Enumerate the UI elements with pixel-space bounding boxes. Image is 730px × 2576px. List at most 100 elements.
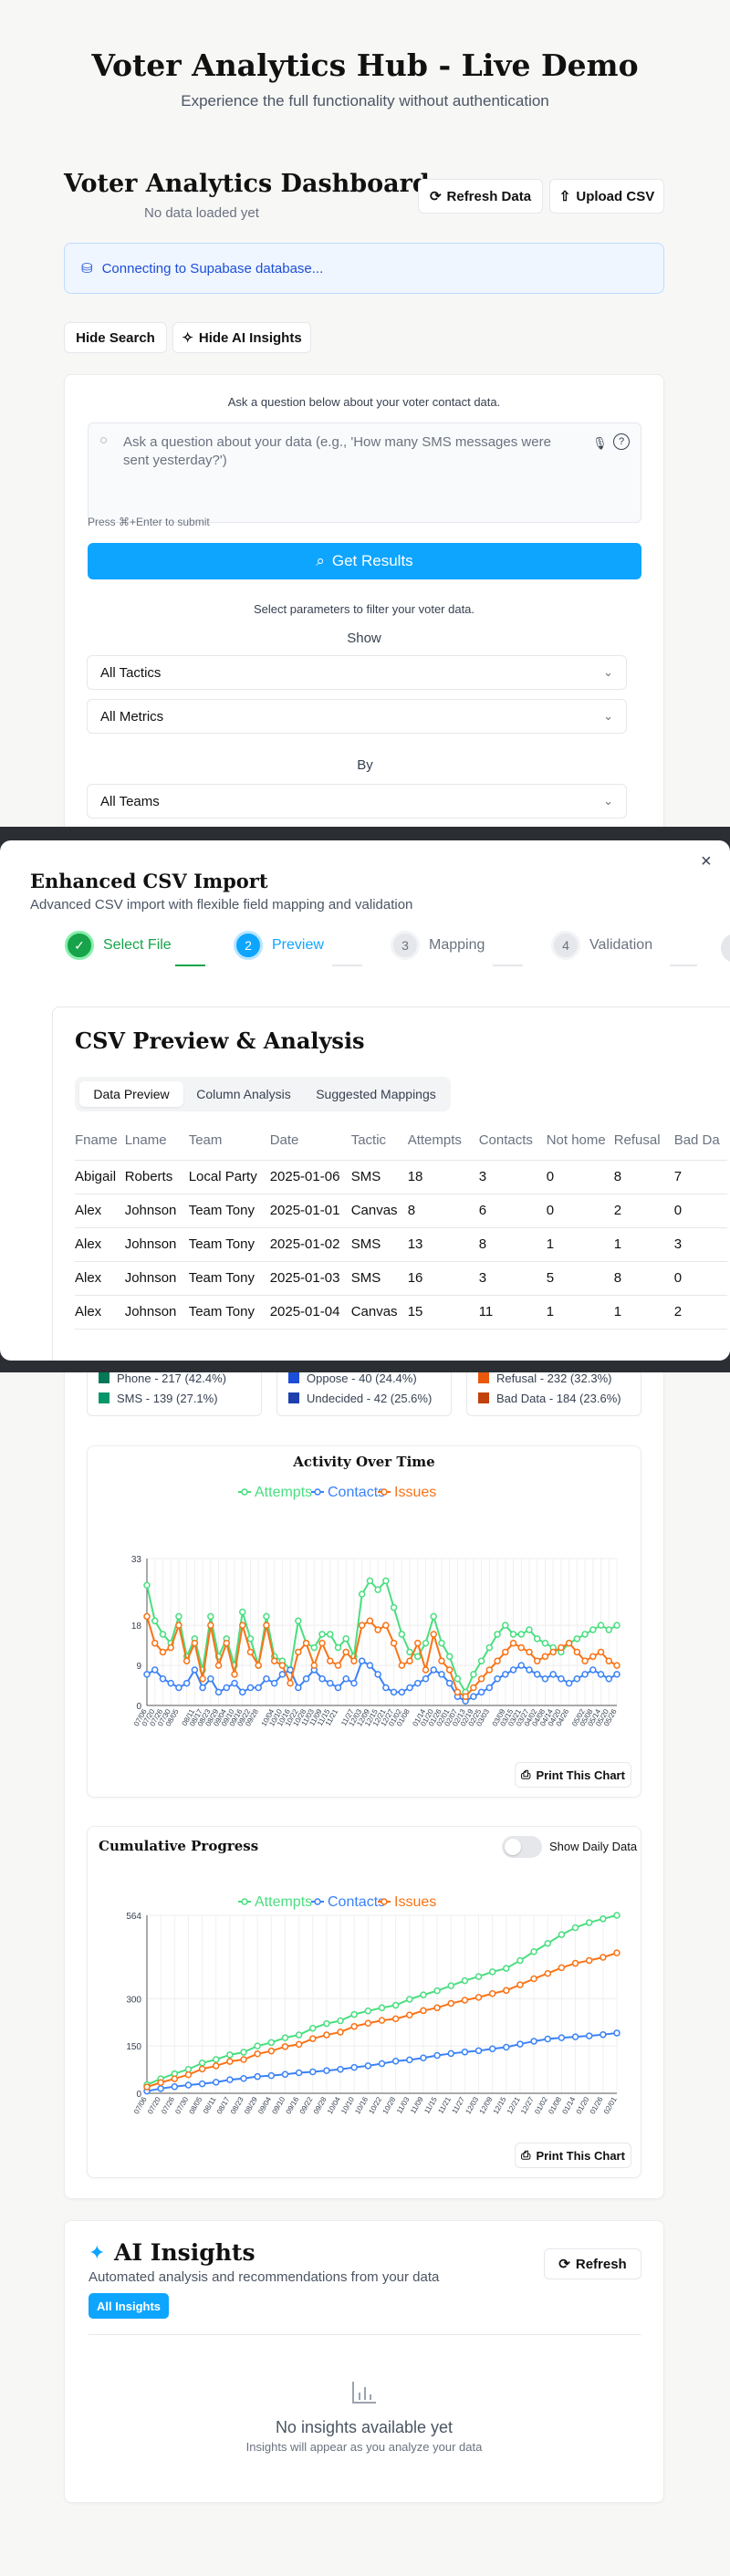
- data-point: [406, 1648, 413, 1656]
- column-header: Tactic: [350, 1121, 408, 1161]
- data-point: [533, 1635, 541, 1643]
- table-cell: 8: [613, 1160, 674, 1194]
- data-point: [255, 1662, 262, 1669]
- step-preview: 2 Preview: [234, 931, 324, 960]
- step-connector: [332, 965, 362, 966]
- print-chart-button[interactable]: ⎙ Print This Chart: [515, 1762, 631, 1788]
- team-select[interactable]: All Teams ⌄: [87, 784, 627, 819]
- data-point: [549, 1648, 557, 1656]
- activity-chart-card: Activity Over Time 0 9 18 33 07/06 07/20 07/26…: [87, 1445, 641, 1798]
- legend-swatch: [99, 1392, 110, 1403]
- legend-item-issues: Issues: [378, 1894, 436, 1910]
- hide-search-button[interactable]: Hide Search: [64, 322, 167, 353]
- data-point: [571, 1959, 579, 1967]
- data-point: [613, 1949, 620, 1956]
- all-insights-filter[interactable]: All Insights: [89, 2293, 169, 2319]
- data-point: [447, 2049, 454, 2058]
- data-status: No data loaded yet: [144, 205, 259, 221]
- data-point: [544, 1969, 552, 1977]
- by-label: By: [357, 757, 373, 773]
- data-point: [382, 1684, 390, 1692]
- tab-data-preview[interactable]: Data Preview: [79, 1081, 183, 1107]
- table-cell: Abigail: [75, 1160, 125, 1194]
- legend-item-contacts: Contacts: [311, 1894, 385, 1910]
- ai-refresh-button[interactable]: ⟳ Refresh: [544, 2248, 641, 2279]
- column-header: Bad Da: [673, 1121, 727, 1161]
- refresh-data-button[interactable]: ⟳ Refresh Data: [418, 179, 543, 214]
- microphone-icon[interactable]: 🎙: [592, 436, 608, 451]
- data-point: [433, 2051, 441, 2060]
- data-point: [364, 2019, 372, 2027]
- data-point: [159, 1631, 167, 1638]
- close-icon[interactable]: ×: [701, 851, 712, 872]
- print-chart-button[interactable]: ⎙ Print This Chart: [515, 2143, 631, 2168]
- daily-data-label: Show Daily Data: [549, 1840, 638, 1853]
- data-point: [364, 2062, 372, 2070]
- data-point: [318, 1631, 326, 1638]
- help-icon[interactable]: ?: [613, 433, 630, 450]
- hero-title: Voter Analytics Hub - Live Demo: [91, 47, 639, 83]
- data-point: [287, 1666, 294, 1674]
- table-row: Alex Johnson Team Tony 2025-01-04 Canvas 15 11…: [75, 1295, 727, 1330]
- data-point: [573, 1635, 581, 1643]
- step-connector: [493, 965, 523, 966]
- data-point: [502, 1671, 509, 1678]
- data-point: [488, 1989, 496, 1997]
- query-input[interactable]: ○ Ask a question about your data (e.g., …: [88, 422, 641, 523]
- daily-data-toggle[interactable]: [502, 1836, 542, 1858]
- data-point: [270, 1679, 278, 1687]
- legend-label: Contacts: [328, 1894, 385, 1910]
- data-point: [175, 1684, 182, 1692]
- preview-title: CSV Preview & Analysis: [75, 1027, 365, 1054]
- data-point: [488, 2045, 496, 2052]
- data-point: [454, 1674, 462, 1683]
- legend-swatch: [288, 1372, 299, 1383]
- data-point: [327, 1657, 334, 1664]
- table-cell: 18: [407, 1160, 479, 1194]
- data-point: [558, 1643, 565, 1652]
- table-cell: 2025-01-04: [269, 1295, 351, 1330]
- data-point: [374, 1671, 381, 1678]
- data-point: [223, 1639, 231, 1647]
- legend-swatch: [478, 1372, 489, 1383]
- data-point: [281, 2034, 289, 2041]
- hide-ai-insights-button[interactable]: ✧ Hide AI Insights: [172, 322, 311, 353]
- data-point: [613, 2029, 620, 2037]
- data-point: [171, 2075, 179, 2082]
- ai-insights-card: ✦ AI Insights Automated analysis and rec…: [64, 2220, 664, 2503]
- data-point: [573, 1648, 581, 1656]
- data-point: [309, 2035, 317, 2042]
- table-cell: 2: [673, 1295, 727, 1330]
- data-point: [430, 1631, 437, 1638]
- data-point: [585, 1956, 593, 1965]
- tab-suggested-mappings[interactable]: Suggested Mappings: [305, 1081, 447, 1107]
- y-tick-label: 18: [131, 1622, 142, 1632]
- data-point: [143, 1581, 151, 1590]
- tactic-select[interactable]: All Tactics ⌄: [87, 655, 627, 690]
- step-select-file: ✓ Select File: [65, 931, 172, 960]
- table-cell: Johnson: [124, 1227, 189, 1262]
- data-point: [414, 1653, 422, 1661]
- upload-csv-button[interactable]: ⇧ Upload CSV: [549, 179, 664, 214]
- tab-column-analysis[interactable]: Column Analysis: [185, 1081, 302, 1107]
- table-cell: Johnson: [124, 1194, 189, 1228]
- data-point: [613, 1662, 620, 1669]
- data-point: [231, 1679, 238, 1687]
- data-point: [350, 2022, 358, 2030]
- data-point: [309, 2025, 317, 2032]
- data-point: [414, 1639, 422, 1647]
- table-cell: Team Tony: [188, 1295, 270, 1330]
- legend-item-issues: Issues: [378, 1485, 436, 1500]
- data-point: [516, 1981, 524, 1988]
- data-point: [589, 1653, 597, 1661]
- cumulative-chart-card: Cumulative Progress Show Daily Data 0 150…: [87, 1826, 641, 2178]
- table-cell: Team Tony: [188, 1261, 270, 1296]
- data-point: [184, 2065, 193, 2073]
- data-point: [517, 1631, 526, 1638]
- data-point: [318, 1674, 326, 1683]
- data-point: [488, 1968, 496, 1976]
- metric-select[interactable]: All Metrics ⌄: [87, 699, 627, 734]
- get-results-button[interactable]: ⌕ Get Results: [88, 543, 641, 579]
- data-point: [406, 1996, 413, 2003]
- data-point: [254, 2050, 261, 2058]
